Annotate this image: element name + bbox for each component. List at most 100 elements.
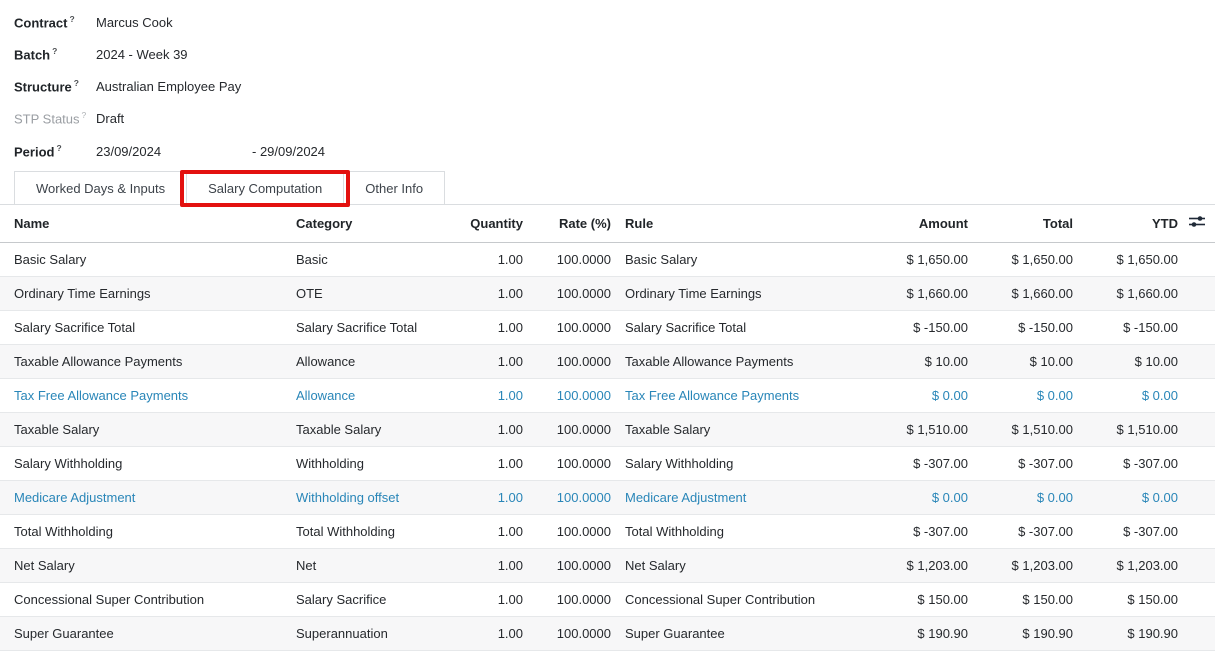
cell-ytd[interactable]: $ 0.00	[1073, 480, 1178, 514]
cell-ytd[interactable]: $ 1,203.00	[1073, 548, 1178, 582]
cell-ytd[interactable]: $ 10.00	[1073, 344, 1178, 378]
cell-quantity[interactable]: 1.00	[425, 582, 523, 616]
cell-category[interactable]: Net	[282, 548, 425, 582]
cell-total[interactable]: $ -150.00	[968, 310, 1073, 344]
cell-name[interactable]: Net Salary	[0, 548, 282, 582]
cell-rate[interactable]: 100.0000	[523, 412, 611, 446]
cell-quantity[interactable]: 1.00	[425, 242, 523, 276]
cell-name[interactable]: Salary Withholding	[0, 446, 282, 480]
cell-rule[interactable]: Medicare Adjustment	[611, 480, 830, 514]
cell-category[interactable]: Salary Sacrifice	[282, 582, 425, 616]
cell-category[interactable]: Superannuation	[282, 616, 425, 650]
cell-category[interactable]: Basic	[282, 242, 425, 276]
cell-quantity[interactable]: 1.00	[425, 514, 523, 548]
period-start-date[interactable]: 23/09/2024	[96, 144, 252, 159]
cell-ytd[interactable]: $ -150.00	[1073, 310, 1178, 344]
cell-total[interactable]: $ 150.00	[968, 582, 1073, 616]
cell-rate[interactable]: 100.0000	[523, 276, 611, 310]
cell-category[interactable]: Withholding	[282, 446, 425, 480]
cell-rule[interactable]: Net Salary	[611, 548, 830, 582]
column-header-category[interactable]: Category	[282, 205, 425, 242]
cell-total[interactable]: $ 1,660.00	[968, 276, 1073, 310]
cell-quantity[interactable]: 1.00	[425, 446, 523, 480]
salary-line-row[interactable]: Salary Sacrifice Total Salary Sacrifice …	[0, 310, 1215, 344]
period-end-date[interactable]: - 29/09/2024	[252, 144, 325, 159]
cell-category[interactable]: Total Withholding	[282, 514, 425, 548]
cell-category[interactable]: Withholding offset	[282, 480, 425, 514]
cell-category[interactable]: Taxable Salary	[282, 412, 425, 446]
cell-rate[interactable]: 100.0000	[523, 446, 611, 480]
tab-worked-days-inputs[interactable]: Worked Days & Inputs	[14, 171, 187, 205]
tab-salary-computation[interactable]: Salary Computation	[186, 171, 344, 205]
cell-quantity[interactable]: 1.00	[425, 378, 523, 412]
cell-name[interactable]: Basic Salary	[0, 242, 282, 276]
cell-amount[interactable]: $ 0.00	[830, 378, 968, 412]
cell-total[interactable]: $ -307.00	[968, 446, 1073, 480]
cell-ytd[interactable]: $ 190.90	[1073, 616, 1178, 650]
salary-line-row[interactable]: Tax Free Allowance Payments Allowance 1.…	[0, 378, 1215, 412]
cell-ytd[interactable]: $ 1,660.00	[1073, 276, 1178, 310]
cell-total[interactable]: $ 1,650.00	[968, 242, 1073, 276]
cell-amount[interactable]: $ 0.00	[830, 480, 968, 514]
cell-quantity[interactable]: 1.00	[425, 310, 523, 344]
cell-ytd[interactable]: $ -307.00	[1073, 446, 1178, 480]
cell-rule[interactable]: Salary Sacrifice Total	[611, 310, 830, 344]
cell-rule[interactable]: Super Guarantee	[611, 616, 830, 650]
column-header-quantity[interactable]: Quantity	[425, 205, 523, 242]
cell-rate[interactable]: 100.0000	[523, 344, 611, 378]
cell-category[interactable]: Allowance	[282, 344, 425, 378]
cell-name[interactable]: Total Withholding	[0, 514, 282, 548]
cell-amount[interactable]: $ -307.00	[830, 446, 968, 480]
cell-total[interactable]: $ 0.00	[968, 480, 1073, 514]
salary-line-row[interactable]: Taxable Salary Taxable Salary 1.00 100.0…	[0, 412, 1215, 446]
cell-rule[interactable]: Ordinary Time Earnings	[611, 276, 830, 310]
cell-name[interactable]: Tax Free Allowance Payments	[0, 378, 282, 412]
cell-quantity[interactable]: 1.00	[425, 344, 523, 378]
cell-amount[interactable]: $ 190.90	[830, 616, 968, 650]
cell-category[interactable]: OTE	[282, 276, 425, 310]
cell-rate[interactable]: 100.0000	[523, 480, 611, 514]
cell-rate[interactable]: 100.0000	[523, 242, 611, 276]
cell-name[interactable]: Super Guarantee	[0, 616, 282, 650]
cell-quantity[interactable]: 1.00	[425, 412, 523, 446]
cell-rate[interactable]: 100.0000	[523, 616, 611, 650]
cell-rule[interactable]: Basic Salary	[611, 242, 830, 276]
cell-category[interactable]: Allowance	[282, 378, 425, 412]
cell-ytd[interactable]: $ 1,650.00	[1073, 242, 1178, 276]
cell-ytd[interactable]: $ 0.00	[1073, 378, 1178, 412]
cell-amount[interactable]: $ -150.00	[830, 310, 968, 344]
cell-total[interactable]: $ -307.00	[968, 514, 1073, 548]
cell-rule[interactable]: Concessional Super Contribution	[611, 582, 830, 616]
salary-line-row[interactable]: Total Withholding Total Withholding 1.00…	[0, 514, 1215, 548]
cell-quantity[interactable]: 1.00	[425, 548, 523, 582]
cell-quantity[interactable]: 1.00	[425, 276, 523, 310]
cell-name[interactable]: Concessional Super Contribution	[0, 582, 282, 616]
cell-name[interactable]: Taxable Salary	[0, 412, 282, 446]
cell-total[interactable]: $ 1,510.00	[968, 412, 1073, 446]
cell-rate[interactable]: 100.0000	[523, 378, 611, 412]
column-header-amount[interactable]: Amount	[830, 205, 968, 242]
cell-rate[interactable]: 100.0000	[523, 514, 611, 548]
salary-line-row[interactable]: Medicare Adjustment Withholding offset 1…	[0, 480, 1215, 514]
cell-name[interactable]: Medicare Adjustment	[0, 480, 282, 514]
cell-ytd[interactable]: $ 1,510.00	[1073, 412, 1178, 446]
cell-category[interactable]: Salary Sacrifice Total	[282, 310, 425, 344]
salary-line-row[interactable]: Super Guarantee Superannuation 1.00 100.…	[0, 616, 1215, 650]
salary-line-row[interactable]: Net Salary Net 1.00 100.0000 Net Salary …	[0, 548, 1215, 582]
cell-amount[interactable]: $ 10.00	[830, 344, 968, 378]
salary-line-row[interactable]: Ordinary Time Earnings OTE 1.00 100.0000…	[0, 276, 1215, 310]
adjust-columns-icon[interactable]	[1188, 214, 1206, 229]
cell-amount[interactable]: $ 150.00	[830, 582, 968, 616]
cell-rule[interactable]: Taxable Allowance Payments	[611, 344, 830, 378]
cell-ytd[interactable]: $ 150.00	[1073, 582, 1178, 616]
column-header-total[interactable]: Total	[968, 205, 1073, 242]
cell-amount[interactable]: $ 1,510.00	[830, 412, 968, 446]
cell-quantity[interactable]: 1.00	[425, 616, 523, 650]
cell-rate[interactable]: 100.0000	[523, 548, 611, 582]
structure-value[interactable]: Australian Employee Pay	[96, 79, 241, 94]
cell-rule[interactable]: Total Withholding	[611, 514, 830, 548]
column-header-name[interactable]: Name	[0, 205, 282, 242]
cell-total[interactable]: $ 0.00	[968, 378, 1073, 412]
cell-total[interactable]: $ 190.90	[968, 616, 1073, 650]
cell-name[interactable]: Salary Sacrifice Total	[0, 310, 282, 344]
